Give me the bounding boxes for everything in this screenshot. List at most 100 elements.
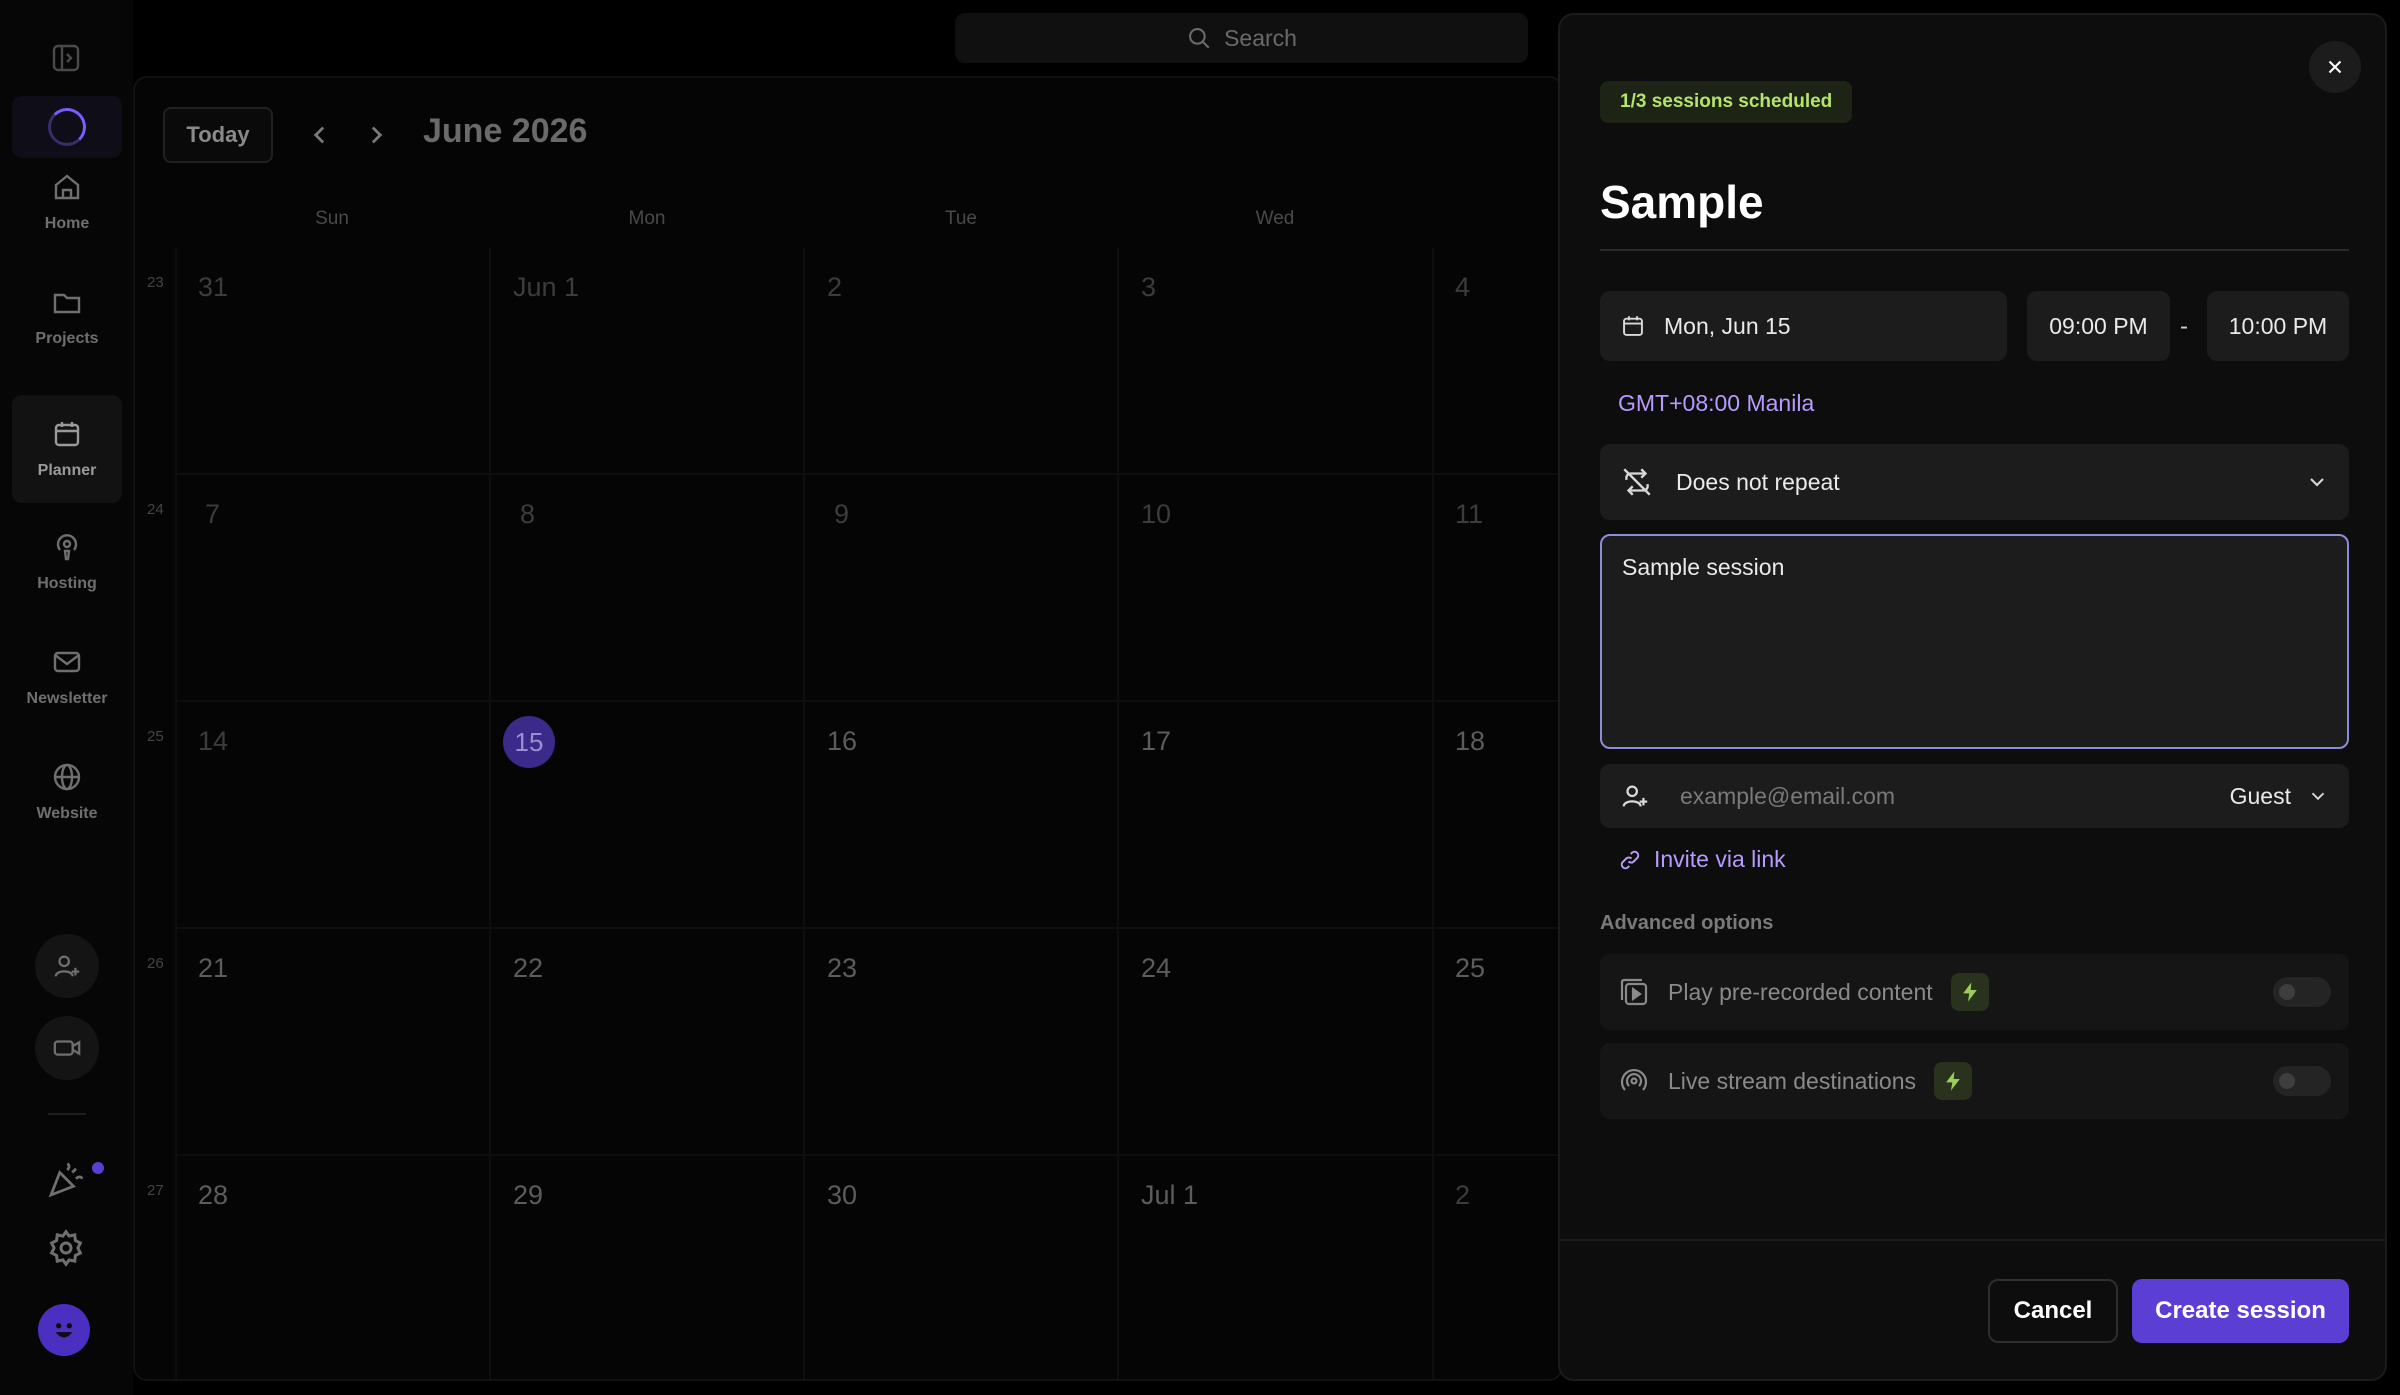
week-number: 24: [147, 501, 164, 518]
create-session-button[interactable]: Create session: [2132, 1279, 2349, 1343]
week-number: 27: [147, 1182, 164, 1199]
search-placeholder: Search: [1224, 24, 1297, 51]
whats-new-icon[interactable]: [46, 1160, 86, 1200]
home-icon: [54, 174, 80, 200]
chevron-left-icon[interactable]: [303, 118, 337, 152]
weekday-header: Mon: [628, 208, 666, 229]
sidebar-item-label: Newsletter: [26, 690, 108, 707]
weekday-header: Wed: [1255, 208, 1295, 229]
day-cell[interactable]: 31: [198, 272, 228, 303]
email-input[interactable]: example@email.com: [1680, 783, 1895, 810]
start-time-picker[interactable]: 09:00 PM: [2027, 291, 2170, 361]
close-button[interactable]: [2309, 41, 2361, 93]
today-marker[interactable]: 15: [503, 716, 555, 768]
role-value: Guest: [2229, 782, 2291, 809]
grid-line: [175, 248, 177, 1379]
week-number: 25: [147, 728, 164, 745]
grid-line: [1117, 248, 1119, 1379]
date-value: Mon, Jun 15: [1664, 312, 1791, 339]
bolt-icon: [1934, 1062, 1973, 1100]
invite-via-link-button[interactable]: Invite via link: [1618, 846, 1786, 873]
sidebar-item-planner[interactable]: Planner: [12, 395, 122, 503]
day-cell[interactable]: 18: [1455, 726, 1485, 757]
grid-line: [175, 700, 1561, 702]
weekday-header: Tue: [944, 208, 978, 229]
day-cell[interactable]: 17: [1141, 726, 1171, 757]
day-cell[interactable]: 21: [198, 953, 228, 984]
day-cell[interactable]: 10: [1141, 499, 1171, 530]
sidebar-item-projects[interactable]: Projects: [12, 263, 122, 371]
repeat-value: Does not repeat: [1676, 468, 1840, 495]
advanced-options-label: Advanced options: [1600, 912, 1774, 934]
day-cell[interactable]: 4: [1455, 272, 1470, 303]
gear-icon[interactable]: [46, 1228, 86, 1268]
end-time-picker[interactable]: 10:00 PM: [2207, 291, 2349, 361]
day-cell[interactable]: 3: [1141, 272, 1156, 303]
sidebar-item-label: Projects: [35, 330, 99, 347]
record-video-button[interactable]: [35, 1016, 99, 1080]
day-cell[interactable]: Jun 1: [513, 272, 579, 303]
search-bar[interactable]: Search: [955, 13, 1528, 63]
day-cell[interactable]: 7: [205, 499, 220, 530]
day-cell[interactable]: 25: [1455, 953, 1485, 984]
search-icon: [1189, 28, 1210, 49]
session-title-field[interactable]: Sample: [1600, 175, 2349, 251]
user-plus-icon: [54, 955, 80, 977]
repeat-select[interactable]: Does not repeat: [1600, 444, 2349, 520]
timezone-link[interactable]: GMT+08:00 Manila: [1618, 390, 1814, 417]
calendar-icon: [1623, 316, 1643, 336]
user-plus-icon: [1622, 785, 1648, 807]
day-cell[interactable]: 28: [198, 1180, 228, 1211]
chevron-right-icon[interactable]: [359, 118, 393, 152]
bolt-icon: [1950, 973, 1989, 1011]
grid-line: [175, 927, 1561, 929]
description-textarea[interactable]: Sample session: [1600, 534, 2349, 749]
day-cell[interactable]: 14: [198, 726, 228, 757]
mail-icon: [53, 651, 81, 673]
day-cell[interactable]: 9: [834, 499, 849, 530]
grid-line: [175, 473, 1561, 475]
month-title: June 2026: [423, 112, 588, 150]
date-picker[interactable]: Mon, Jun 15: [1600, 291, 2007, 361]
sidebar-item-website[interactable]: Website: [12, 738, 122, 846]
sidebar-item-hosting[interactable]: Hosting: [12, 508, 122, 616]
day-cell[interactable]: 8: [520, 499, 535, 530]
today-button[interactable]: Today: [163, 107, 273, 163]
option-label: Live stream destinations: [1668, 1067, 1917, 1094]
day-cell[interactable]: 2: [1455, 1180, 1470, 1211]
grid-line: [1432, 248, 1434, 1379]
day-cell[interactable]: 2: [827, 272, 842, 303]
day-cell[interactable]: 16: [827, 726, 857, 757]
link-icon: [1620, 850, 1640, 869]
sidebar-item-home[interactable]: Home: [12, 148, 122, 256]
day-cell[interactable]: 11: [1455, 499, 1483, 530]
session-title: Sample: [1600, 176, 1764, 228]
live-stream-toggle[interactable]: [2273, 1066, 2331, 1096]
add-guest-button[interactable]: [35, 934, 99, 998]
day-cell[interactable]: 23: [827, 953, 857, 984]
cancel-button[interactable]: Cancel: [1988, 1279, 2118, 1343]
day-cell[interactable]: Jul 1: [1141, 1180, 1198, 1211]
pre-recorded-icon: [1620, 978, 1648, 1006]
avatar[interactable]: [38, 1304, 90, 1356]
chevron-down-icon: [2311, 792, 2325, 801]
broadcast-icon: [1620, 1068, 1648, 1091]
option-live-stream: Live stream destinations: [1600, 1043, 2349, 1119]
sidebar-item-label: Hosting: [37, 575, 97, 592]
sidebar-item-newsletter[interactable]: Newsletter: [12, 623, 122, 731]
sidebar-toggle-icon[interactable]: [50, 42, 82, 74]
sidebar-item-label: Website: [36, 805, 98, 822]
podcast-icon: [56, 534, 78, 561]
day-cell[interactable]: 24: [1141, 953, 1171, 984]
role-select[interactable]: Guest: [2230, 783, 2329, 810]
day-cell[interactable]: 22: [513, 953, 543, 984]
sidebar-item-label: Planner: [37, 462, 97, 479]
pre-recorded-toggle[interactable]: [2273, 977, 2331, 1007]
day-cell[interactable]: 30: [827, 1180, 857, 1211]
footer-divider: [1560, 1239, 2385, 1241]
week-number: 23: [147, 274, 164, 291]
week-number: 26: [147, 955, 164, 972]
close-icon: [2328, 60, 2342, 74]
day-cell[interactable]: 29: [513, 1180, 543, 1211]
sidebar: Home Projects Planner Hosting Newsletter…: [0, 0, 133, 1395]
